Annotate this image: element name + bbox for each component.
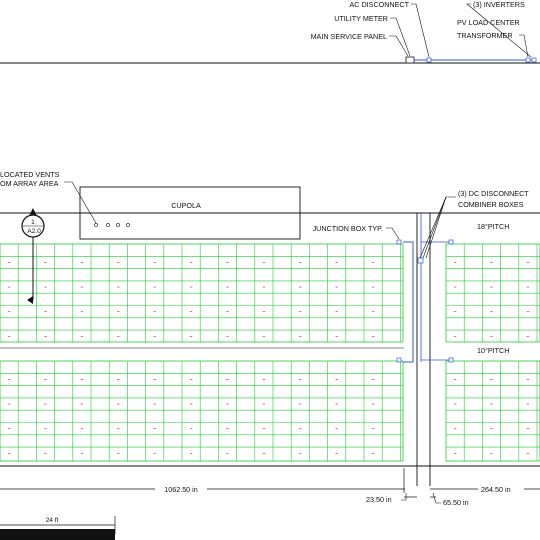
dimension-gap-right-label: 65.50 in [443,498,469,507]
equipment-strip: AC DISCONNECT UTILITY METER MAIN SERVICE… [0,0,540,64]
main-service-panel-symbol [405,56,415,64]
combiner-box-symbol [448,239,454,245]
dimension-gap-left-label: 23.50 in [366,495,392,504]
leader-dc-disconnect [419,196,456,259]
leader-gap-left [401,493,407,501]
relocated-vents-label-2: OM ARRAY AREA [0,179,59,188]
scale-bar: 24 ft [0,516,116,540]
pv-module-arrays [0,243,540,462]
module-array-lower-left [0,360,404,462]
dimension-main-label: 1062.50 in [164,485,198,494]
transformer-symbol [525,57,531,63]
combiner-box-symbol [417,257,424,264]
dimension-right-label: 264.50 in [481,485,511,494]
junction-box-symbol [396,239,402,245]
combiner-box-symbol [448,357,454,363]
junction-box-label: JUNCTION BOX TYP. [313,224,383,233]
dc-disconnect-label-2: COMBINER BOXES [458,200,524,209]
module-array-frame [0,360,404,462]
combiner-wiring: JUNCTION BOX TYP. (3) DC DISCONNECT COMB… [313,189,529,363]
scale-bar-label: 24 ft [46,517,59,524]
inverter-symbol [531,57,537,63]
ac-disconnect-label: AC DISCONNECT [349,0,409,9]
roof-outline [0,212,540,486]
leader-gap-right [432,492,441,504]
site-plan-drawing: AC DISCONNECT UTILITY METER MAIN SERVICE… [0,0,540,540]
ac-disconnect-symbol [426,57,432,63]
pv-load-center-label: PV LOAD CENTER [457,18,520,27]
section-sheet: A2.0 [27,228,41,235]
leader-ac-disconnect [411,3,430,58]
inverters-label: (3) INVERTERS [473,0,525,9]
section-arrow-tail [27,296,33,304]
pitch-upper-label: 18°PITCH [477,222,509,231]
dc-conduit-run [403,241,414,363]
dimension-lines: 1062.50 in 264.50 in 23.50 in 65.50 in [0,468,540,507]
module-array-upper-right [445,243,540,343]
junction-box-symbol [396,357,402,363]
main-service-panel-label: MAIN SERVICE PANEL [311,32,387,41]
leader-dc-disconnect [422,196,447,259]
dc-disconnect-label: (3) DC DISCONNECT [458,189,529,198]
pitch-lower-label: 10°PITCH [477,346,509,355]
module-array-upper-left [0,243,404,343]
module-array-frame [445,360,540,462]
scale-bar-block [0,529,115,540]
leader-utility-meter [390,17,411,57]
leader-dc-disconnect [425,196,447,259]
section-number: 1 [31,219,35,226]
utility-meter-label: UTILITY METER [334,14,388,23]
relocated-vents-label: LOCATED VENTS [0,170,60,179]
cupola-label: CUPOLA [171,201,201,210]
transformer-label: TRANSFORMER [457,31,513,40]
leader-junction-box [386,227,400,240]
cupola-group: CUPOLA LOCATED VENTS OM ARRAY AREA [0,170,301,240]
module-array-lower-right [445,360,540,462]
leader-main-service-panel [389,35,409,57]
